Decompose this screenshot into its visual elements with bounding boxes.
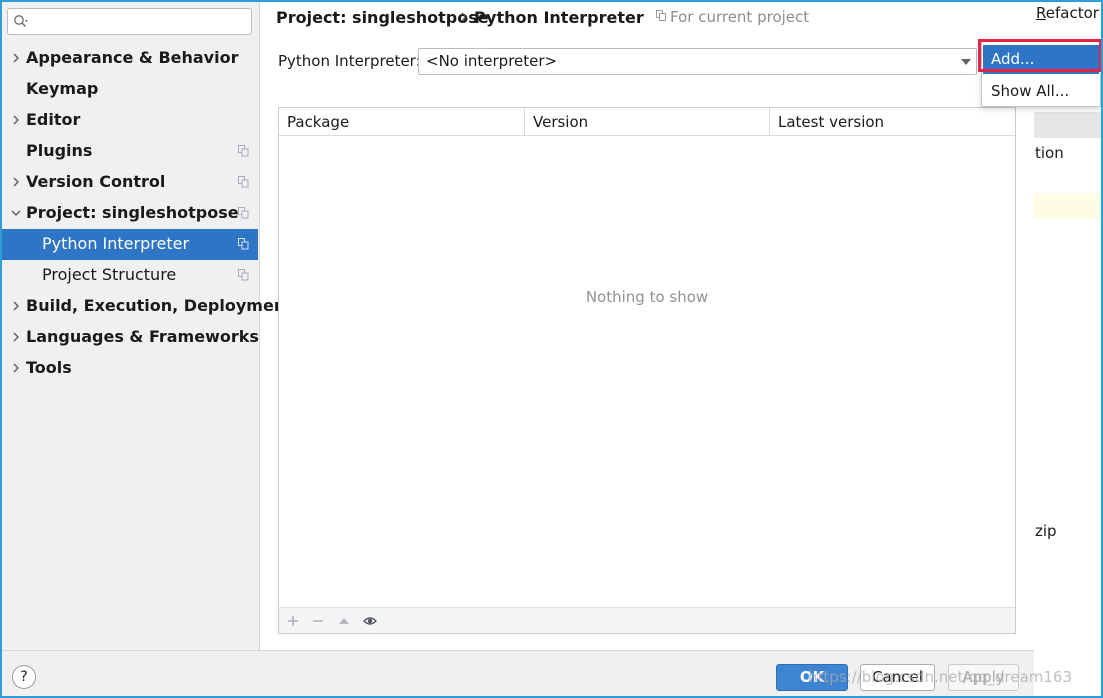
empty-table-message: Nothing to show	[585, 288, 709, 306]
packages-table-header: Package Version Latest version	[279, 108, 1015, 136]
packages-table: Package Version Latest version Nothing t…	[278, 107, 1016, 634]
sidebar-item-appearance-behavior[interactable]: Appearance & Behavior	[2, 43, 258, 74]
menu-item-label: Show All...	[991, 82, 1070, 100]
sidebar-item-label: Appearance & Behavior	[26, 48, 239, 67]
sidebar-item-build-execution-deployment[interactable]: Build, Execution, Deployment	[2, 291, 293, 322]
editor-yellow-band	[1034, 193, 1101, 219]
sidebar-item-tools[interactable]: Tools	[2, 353, 258, 384]
column-header-version[interactable]: Version	[524, 108, 769, 136]
sidebar-item-keymap[interactable]: Keymap	[2, 74, 258, 105]
column-header-label: Latest version	[778, 113, 885, 131]
chevron-right-icon[interactable]	[10, 175, 22, 189]
project-scope-icon	[238, 145, 249, 157]
editor-gray-band	[1034, 112, 1101, 138]
help-button[interactable]: ?	[12, 665, 36, 689]
chevron-right-icon[interactable]	[10, 51, 22, 65]
packages-toolbar	[279, 607, 1015, 633]
column-header-label: Package	[287, 113, 350, 131]
chevron-down-icon[interactable]	[10, 206, 22, 220]
chevron-down-icon	[961, 59, 971, 65]
sidebar-item-label: Project: singleshotpose	[26, 203, 239, 222]
interpreter-value: <No interpreter>	[426, 52, 558, 70]
interpreter-dropdown[interactable]: <No interpreter>	[418, 48, 977, 75]
sidebar-item-label: Languages & Frameworks	[26, 327, 259, 346]
upgrade-arrow-icon[interactable]	[337, 614, 351, 628]
menu-item-add[interactable]: Add...	[983, 45, 1099, 74]
copy-icon	[656, 10, 666, 21]
breadcrumb-page: Python Interpreter	[474, 8, 644, 27]
sidebar-item-version-control[interactable]: Version Control	[2, 167, 258, 198]
add-interpreter-menu: Add... Show All...	[981, 41, 1101, 107]
scope-hint: For current project	[656, 8, 809, 26]
settings-search-box[interactable]	[7, 8, 252, 35]
watermark-text: https://blog.csdn.net/qq_dream163	[808, 668, 1073, 686]
column-header-label: Version	[533, 113, 589, 131]
chevron-right-icon[interactable]	[10, 113, 22, 127]
sidebar-item-languages-frameworks[interactable]: Languages & Frameworks	[2, 322, 259, 353]
sidebar-item-label: Editor	[26, 110, 81, 129]
sidebar-item-label: Keymap	[26, 79, 99, 98]
settings-search-input[interactable]	[32, 11, 247, 32]
column-header-package[interactable]: Package	[279, 108, 524, 136]
minus-icon[interactable]	[311, 614, 325, 628]
scope-hint-text: For current project	[670, 8, 810, 26]
sidebar-item-python-interpreter[interactable]: Python Interpreter	[2, 229, 258, 260]
sidebar-item-label: Build, Execution, Deployment	[26, 296, 293, 315]
menu-item-label: Add...	[991, 50, 1035, 68]
menu-item-show-all[interactable]: Show All...	[983, 77, 1099, 106]
sidebar-item-project-singleshotpose[interactable]: Project: singleshotpose	[2, 198, 258, 229]
chevron-right-icon	[461, 12, 467, 22]
chevron-right-icon[interactable]	[10, 299, 22, 313]
sidebar-item-editor[interactable]: Editor	[2, 105, 258, 136]
sidebar-item-label: Plugins	[26, 141, 93, 160]
chevron-right-icon[interactable]	[10, 361, 22, 375]
plus-icon[interactable]	[286, 614, 300, 628]
editor-text-zip: zip	[1035, 522, 1057, 540]
sidebar-item-label: Tools	[26, 358, 72, 377]
sidebar-item-label: Project Structure	[42, 265, 177, 284]
project-scope-icon	[238, 269, 249, 281]
refactor-menu[interactable]: Refactor	[1036, 4, 1099, 22]
sidebar-item-label: Python Interpreter	[42, 234, 190, 253]
sidebar-item-project-structure[interactable]: Project Structure	[2, 260, 258, 291]
eye-icon[interactable]	[363, 614, 377, 628]
project-scope-icon	[238, 176, 249, 188]
settings-sidebar: Appearance & Behavior Keymap Editor Plugins…	[2, 2, 293, 650]
refactor-mnemonic: R	[1036, 4, 1046, 22]
column-header-latest-version[interactable]: Latest version	[769, 108, 1015, 136]
project-scope-icon	[238, 238, 249, 250]
refactor-menu-rest: efactor	[1045, 4, 1099, 22]
project-scope-icon	[238, 207, 249, 219]
editor-text-tion: tion	[1035, 144, 1064, 162]
breadcrumb-project[interactable]: Project: singleshotpose	[276, 8, 489, 27]
sidebar-item-label: Version Control	[26, 172, 166, 191]
chevron-right-icon[interactable]	[10, 330, 22, 344]
interpreter-label: Python Interpreter:	[278, 52, 421, 70]
search-icon	[14, 15, 28, 27]
sidebar-item-plugins[interactable]: Plugins	[2, 136, 258, 167]
